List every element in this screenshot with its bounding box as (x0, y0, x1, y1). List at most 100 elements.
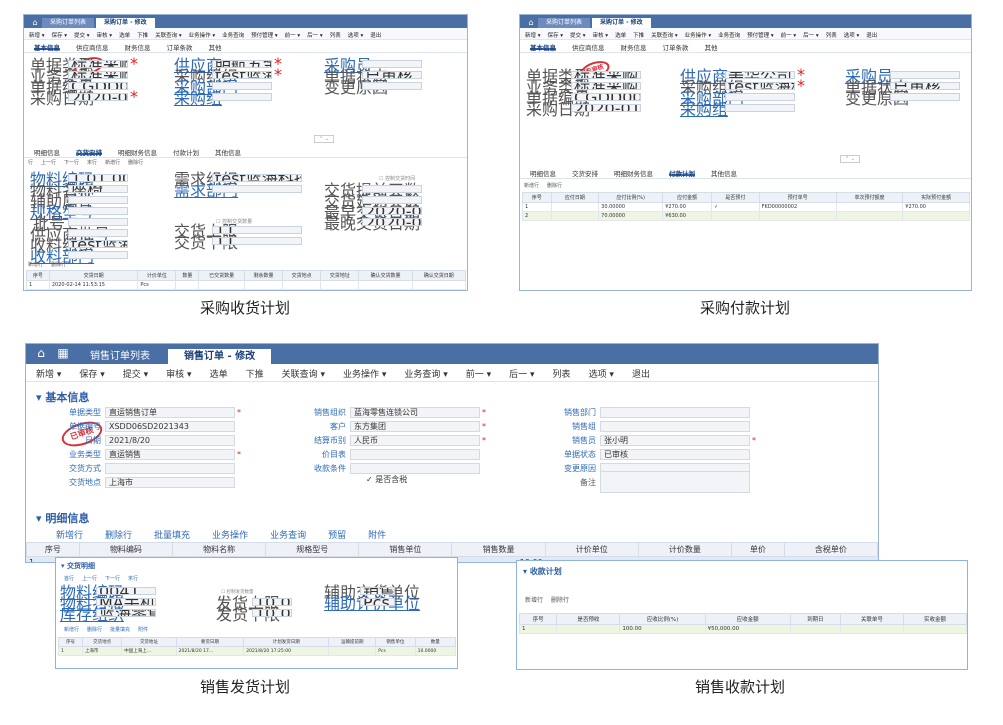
toolbar-button[interactable]: 业务操作 ▾ (343, 367, 386, 380)
table-cell[interactable]: FKD00000002 (758, 202, 837, 212)
toolbar-button[interactable]: 业务查询 (718, 31, 740, 39)
field-input[interactable]: 直运销售 (105, 448, 235, 460)
table-cell[interactable]: 2021/8/20 17... (175, 646, 245, 656)
table-cell[interactable] (839, 624, 904, 634)
column-header[interactable]: 应付金额 (662, 192, 713, 203)
table-cell[interactable] (835, 211, 904, 221)
detail-toolbar-button[interactable]: 预留 (328, 528, 346, 541)
column-header[interactable]: 序号 (26, 542, 80, 557)
table-toolbar-button[interactable]: 新增行 (28, 261, 43, 268)
toolbar-button[interactable]: 前一 ▾ (781, 31, 797, 39)
tab-list[interactable]: 销售订单列表 (74, 349, 166, 364)
tax-checkbox[interactable]: ✓ 是否含税 (366, 474, 407, 485)
table-cell[interactable] (282, 280, 322, 290)
toolbar-button[interactable]: 后一 ▾ (803, 31, 819, 39)
toolbar-button[interactable]: 列表 (826, 31, 837, 39)
table-cell[interactable]: ¥270.00 (902, 202, 970, 212)
toolbar-button[interactable]: 关联查询 ▾ (282, 367, 325, 380)
column-header[interactable]: 序号 (26, 270, 50, 281)
column-header[interactable]: 计价单位 (137, 270, 177, 281)
table-cell[interactable] (835, 202, 904, 212)
field-input[interactable] (725, 103, 795, 112)
table-cell[interactable] (902, 624, 967, 634)
table-cell[interactable] (175, 280, 200, 290)
column-header[interactable]: 应付日期 (550, 192, 600, 203)
column-header[interactable]: 物料名称 (172, 542, 267, 557)
toolbar-button[interactable]: 审核 ▾ (97, 31, 113, 39)
table-cell[interactable]: 1 (518, 624, 558, 634)
table-cell[interactable]: 1 (522, 202, 552, 212)
tab-edit[interactable]: 销售订单 - 修改 (168, 349, 272, 364)
toolbar-button[interactable]: 预付管理 ▾ (747, 31, 774, 39)
toolbar-button[interactable]: 下推 (633, 31, 644, 39)
toolbar-button[interactable]: 列表 (330, 31, 341, 39)
toolbar-button[interactable]: 业务查询 ▾ (404, 367, 447, 380)
field-input[interactable] (68, 206, 128, 215)
column-header[interactable]: 序号 (522, 192, 552, 203)
section-tab[interactable]: 其他 (705, 42, 718, 52)
column-header[interactable]: 含税单价 (783, 542, 878, 557)
table-row[interactable]: 1 30.00000 ¥270.00 ✓ FKD00000002 ¥270.00 (522, 202, 970, 212)
table-cell[interactable]: 2 (522, 211, 552, 221)
column-header[interactable]: 交货地址 (320, 270, 360, 281)
field-input[interactable] (890, 92, 960, 101)
tab-edit[interactable]: 采购订单 - 修改 (96, 18, 155, 28)
column-header[interactable]: 序号 (58, 637, 83, 647)
field-input[interactable] (725, 92, 795, 101)
toolbar-button[interactable]: 业务操作 ▾ (685, 31, 712, 39)
detail-toolbar-button[interactable]: 删除行 (128, 159, 143, 166)
table-cell[interactable] (550, 211, 600, 221)
detail-toolbar-button[interactable]: 附件 (368, 528, 386, 541)
detail-tab[interactable]: 交货安排 (572, 168, 598, 178)
field-input[interactable]: 蓝海零售连锁公司 (350, 406, 480, 418)
toolbar-button[interactable]: 关联查询 ▾ (651, 31, 678, 39)
table-toolbar-button[interactable]: 删除行 (547, 182, 562, 189)
inset-toolbar-button[interactable]: 删除行 (87, 626, 102, 633)
section-tab[interactable]: 基本信息 (34, 42, 60, 52)
table-cell[interactable] (198, 280, 245, 290)
detail-tab[interactable]: 明细财务信息 (614, 168, 653, 178)
detail-toolbar-button[interactable]: 业务操作 (212, 528, 248, 541)
field-input[interactable] (600, 420, 750, 432)
field-input[interactable]: 2020-01-11 (571, 103, 641, 112)
receipt-toolbar-button[interactable]: 删除行 (551, 595, 569, 604)
field-input[interactable]: 东方集团 (350, 420, 480, 432)
column-header[interactable]: 交货地址 (121, 637, 177, 647)
toolbar-button[interactable]: 新增 ▾ (29, 31, 45, 39)
column-header[interactable]: 应收金额 (704, 613, 791, 625)
home-icon[interactable]: ⌂ (28, 18, 42, 28)
table-cell[interactable]: 10.0000 (414, 646, 457, 656)
detail-tab[interactable]: 明细财务信息 (118, 147, 157, 157)
field-input[interactable] (212, 184, 302, 193)
detail-tab[interactable]: 其他信息 (711, 168, 737, 178)
detail-toolbar-button[interactable]: 新增行 (105, 159, 120, 166)
ctrl-time-checkbox[interactable]: ☐ 控制交货时间 (379, 175, 415, 182)
field-input[interactable]: 张小明 (600, 434, 750, 446)
table-cell[interactable]: 2021/8/20 17:25:00 (243, 646, 330, 656)
table-cell[interactable] (556, 624, 621, 634)
table-cell[interactable]: Pcs (137, 280, 177, 290)
field-input[interactable]: 2021/8/20 (105, 434, 235, 446)
column-header[interactable]: 规格型号 (265, 542, 360, 557)
table-cell[interactable]: ✓ (711, 202, 760, 212)
table-cell[interactable] (711, 211, 760, 221)
collapse-icon[interactable]: ⌃ ⌄ (840, 155, 860, 163)
toolbar-button[interactable]: 列表 (553, 367, 571, 380)
column-header[interactable]: 运输提前期 (328, 637, 377, 647)
inset-toolbar-button[interactable]: 批量填充 (110, 626, 130, 633)
table-toolbar-button[interactable]: 删除行 (51, 261, 66, 268)
table-cell[interactable]: 1 (26, 280, 50, 290)
field-input[interactable] (600, 406, 750, 418)
column-header[interactable]: 交货地点 (81, 637, 123, 647)
field-input[interactable] (362, 81, 422, 90)
toolbar-button[interactable]: 退出 (632, 367, 650, 380)
detail-toolbar-button[interactable]: 批量填充 (154, 528, 190, 541)
toolbar-button[interactable]: 新增 ▾ (36, 367, 61, 380)
toolbar-button[interactable]: 下推 (137, 31, 148, 39)
toolbar-button[interactable]: 退出 (866, 31, 877, 39)
column-header[interactable]: 销售单位 (375, 637, 416, 647)
toolbar-button[interactable]: 保存 ▾ (52, 31, 68, 39)
tab-list[interactable]: 采购订单列表 (42, 18, 95, 28)
toolbar-button[interactable]: 审核 ▾ (166, 367, 191, 380)
table-cell[interactable]: 100.00 (619, 624, 706, 634)
